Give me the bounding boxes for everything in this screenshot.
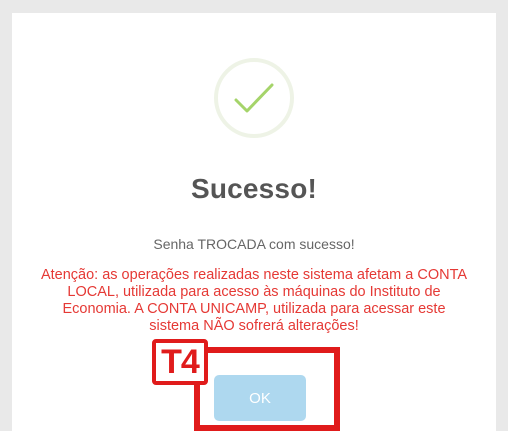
annotation-tag: T4 — [152, 339, 208, 385]
success-dialog: Sucesso! Senha TROCADA com sucesso! Aten… — [12, 13, 496, 431]
screen: Sucesso! Senha TROCADA com sucesso! Aten… — [0, 0, 508, 431]
dialog-title: Sucesso! — [190, 173, 318, 204]
dialog-message: Senha TROCADA com sucesso! — [153, 236, 355, 252]
ok-button[interactable]: OK — [214, 375, 306, 421]
dialog-warning: Atenção: as operações realizadas neste s… — [40, 267, 468, 334]
success-icon-ring — [214, 58, 294, 138]
checkmark-icon — [234, 83, 274, 113]
